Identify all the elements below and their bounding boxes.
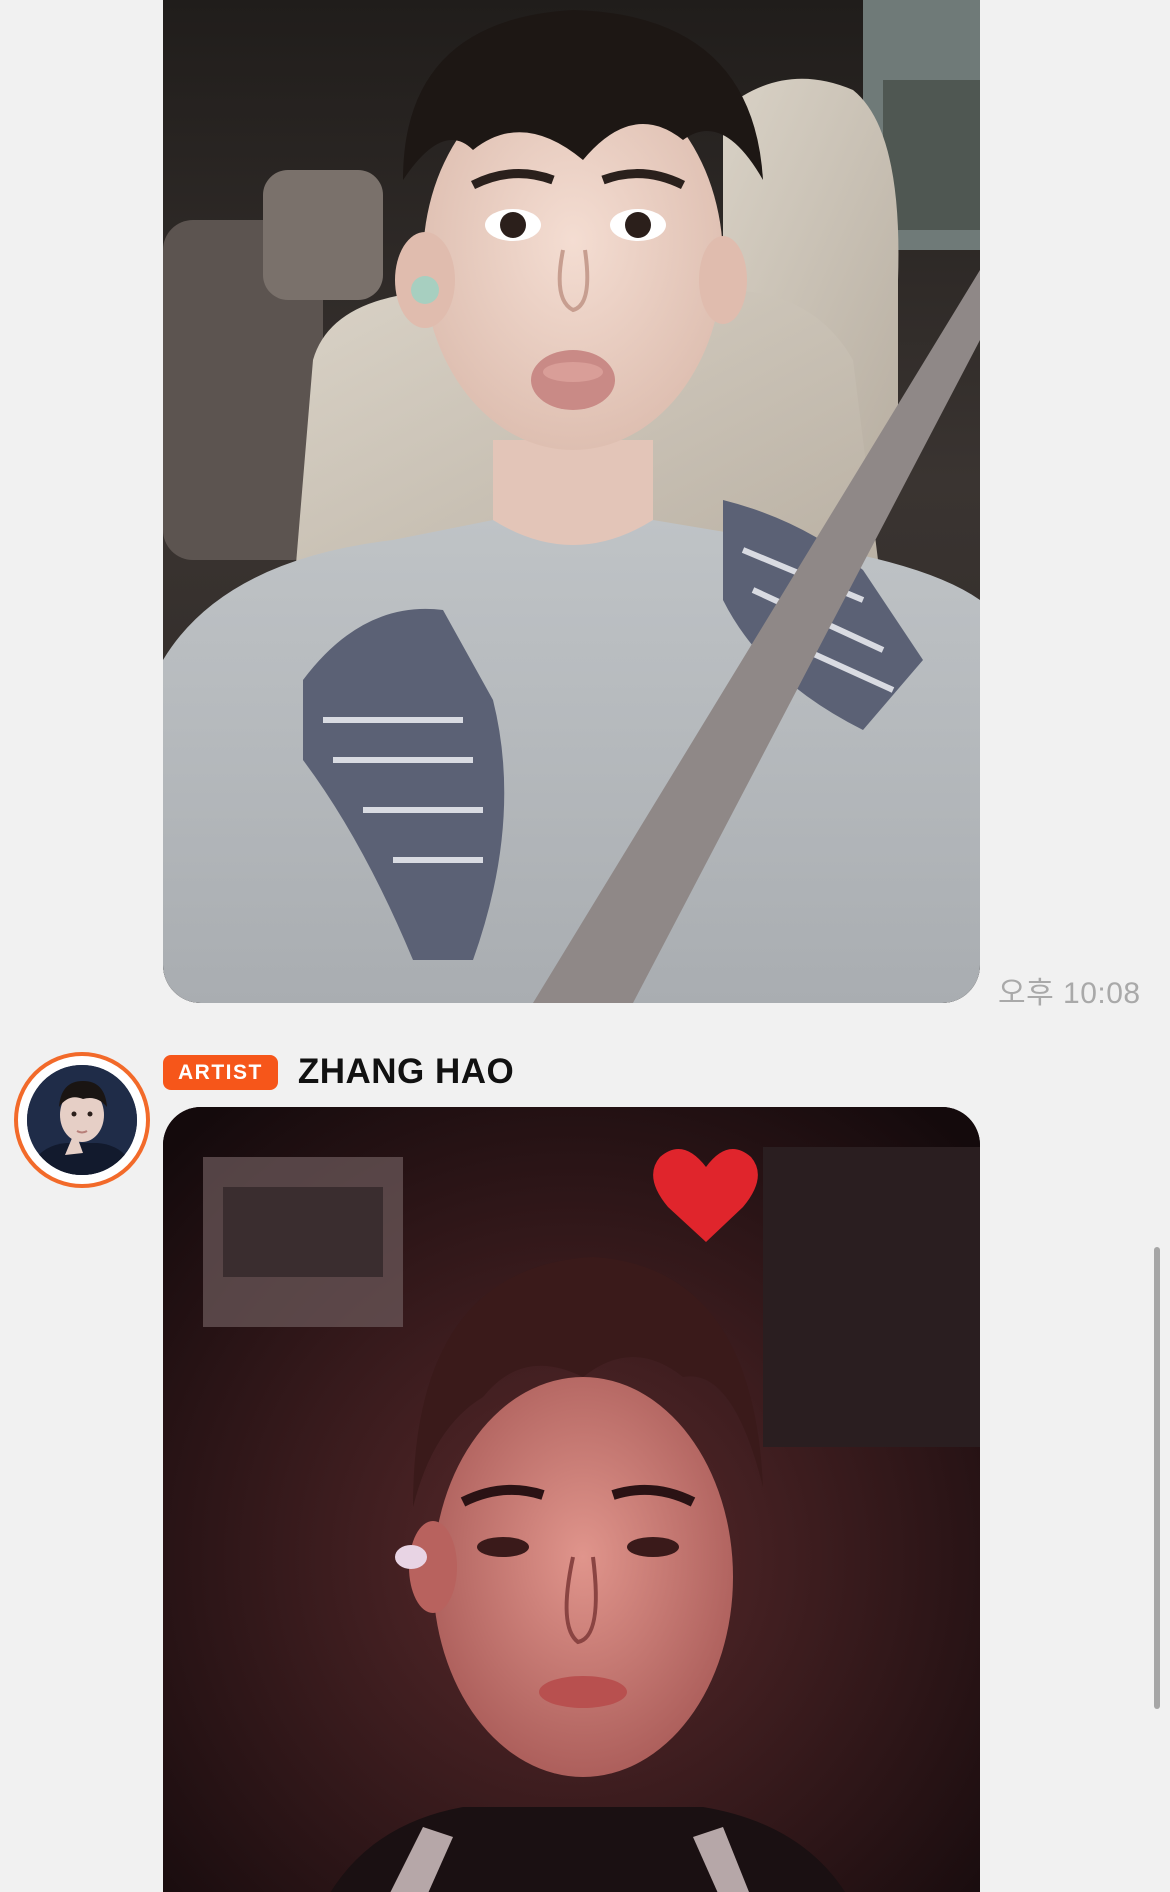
message-timestamp: 오후 10:08: [998, 977, 1141, 1010]
photo-message-car-selfie[interactable]: [163, 0, 980, 1003]
artist-avatar[interactable]: [14, 1052, 150, 1188]
sender-header: ARTIST ZHANG HAO: [163, 1052, 514, 1092]
profile-avatar-icon: [27, 1065, 137, 1175]
car-selfie-photo: [163, 0, 980, 1003]
chat-screen: 오후 10:08 ARTIST ZHANG HAO: [0, 0, 1170, 1892]
sender-name[interactable]: ZHANG HAO: [298, 1052, 514, 1092]
backstage-red-light-photo: [163, 1107, 980, 1892]
artist-badge: ARTIST: [163, 1054, 278, 1090]
photo-message-backstage[interactable]: [163, 1107, 980, 1892]
scrollbar[interactable]: [1154, 1247, 1160, 1709]
